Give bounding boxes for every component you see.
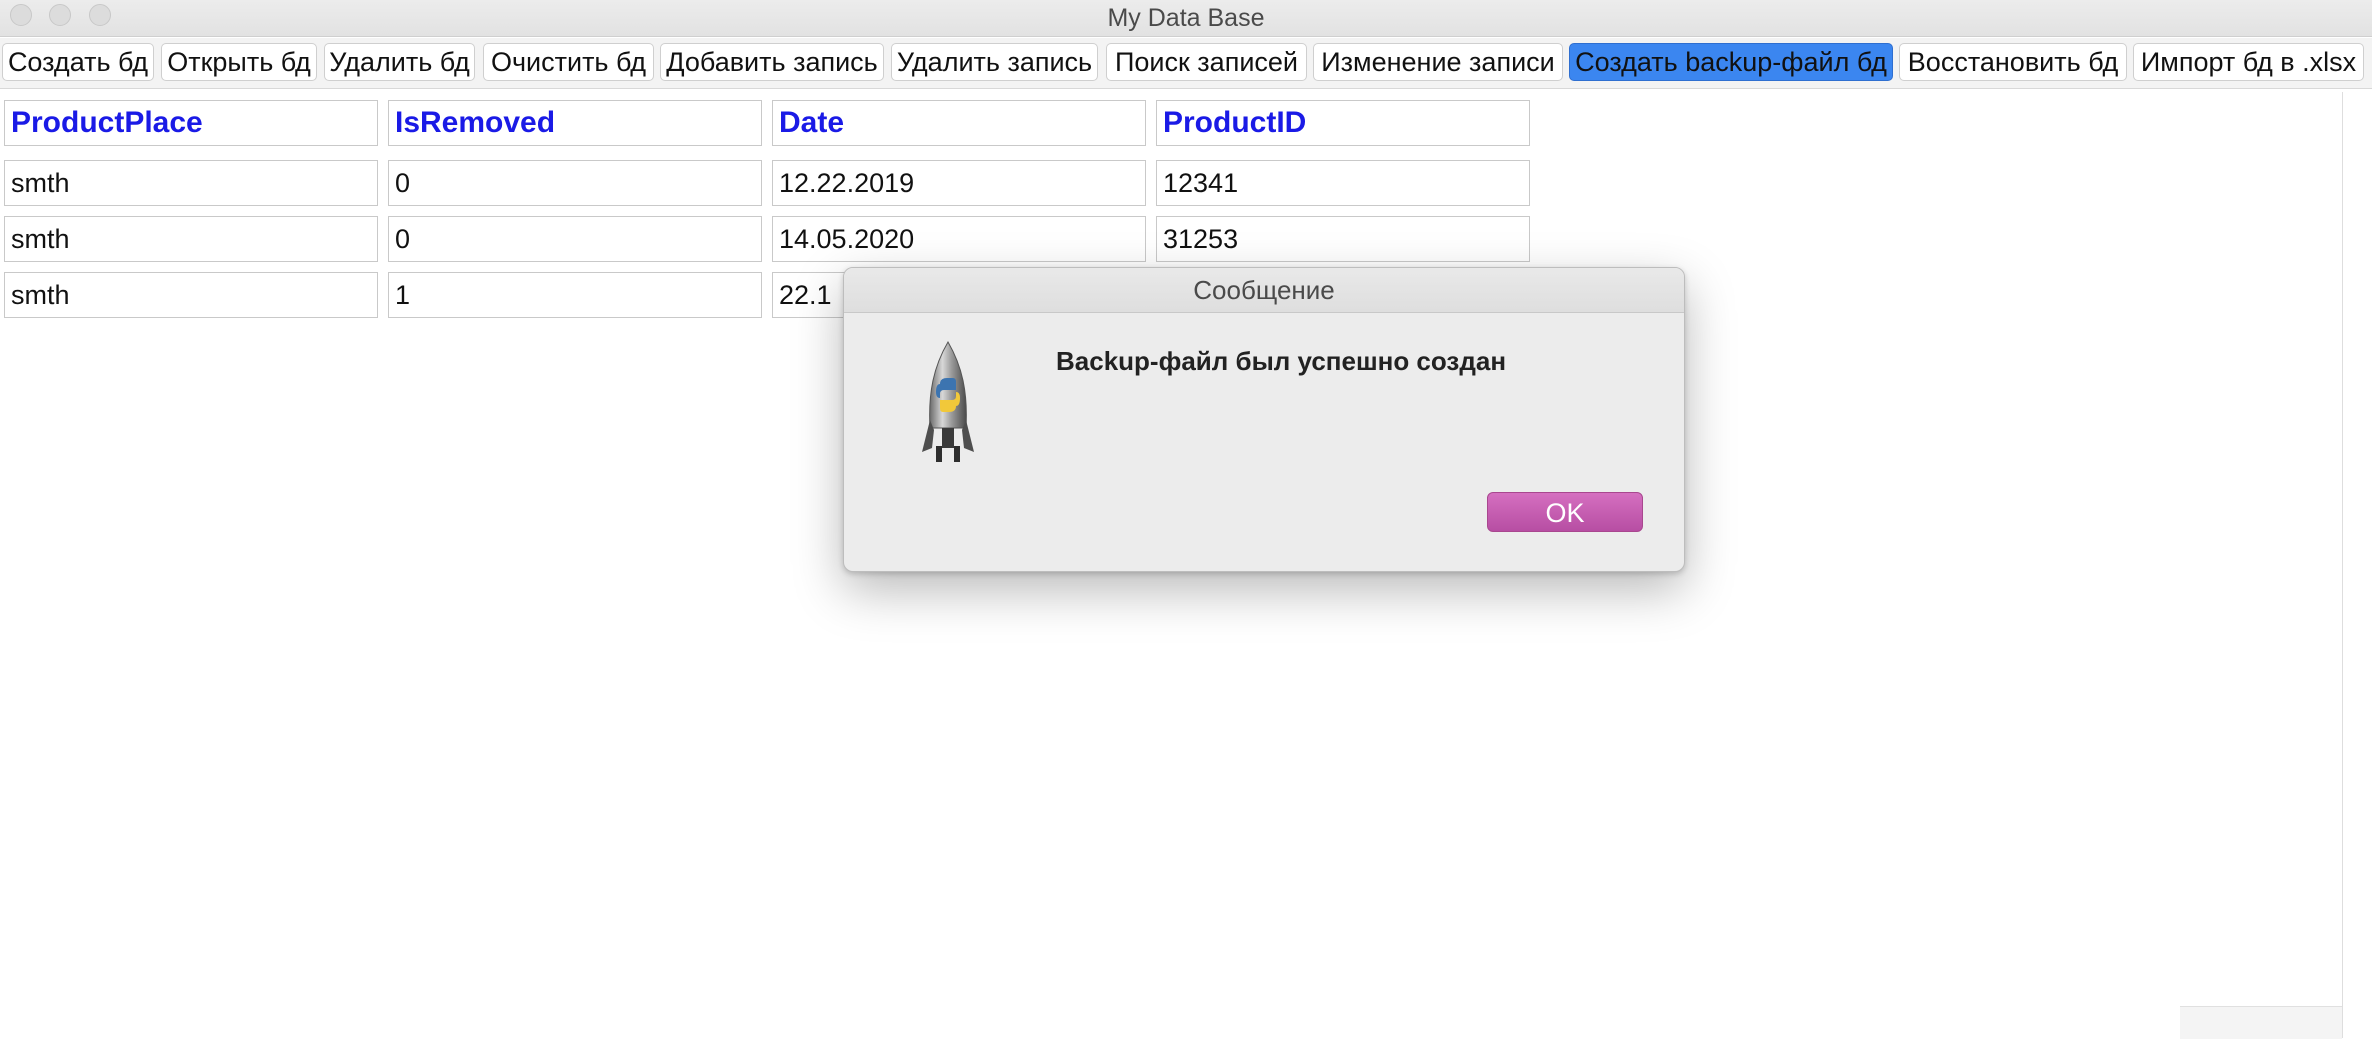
clear-db-button[interactable]: Очистить бд: [483, 43, 654, 81]
add-record-button[interactable]: Добавить запись: [660, 43, 884, 81]
dialog-title: Сообщение: [844, 268, 1684, 313]
vertical-scrollbar[interactable]: [2342, 92, 2343, 1038]
table-cell[interactable]: 14.05.2020: [772, 216, 1146, 262]
column-header-productid[interactable]: ProductID: [1156, 100, 1530, 146]
restore-db-button[interactable]: Восстановить бд: [1899, 43, 2127, 81]
table-cell[interactable]: smth: [4, 160, 378, 206]
table-cell[interactable]: 0: [388, 216, 762, 262]
python-launcher-rocket-icon: [922, 341, 974, 462]
title-bar: My Data Base: [0, 0, 2372, 37]
edit-record-button[interactable]: Изменение записи: [1313, 43, 1563, 81]
search-records-button[interactable]: Поиск записей: [1106, 43, 1307, 81]
table-cell[interactable]: 1: [388, 272, 762, 318]
table-cell[interactable]: 31253: [1156, 216, 1530, 262]
column-header-productplace[interactable]: ProductPlace: [4, 100, 378, 146]
delete-record-button[interactable]: Удалить запись: [891, 43, 1098, 81]
horizontal-scrollbar[interactable]: [2180, 1006, 2342, 1039]
window-title: My Data Base: [1107, 4, 1265, 32]
table-cell[interactable]: 0: [388, 160, 762, 206]
message-dialog: Сообщение Backup-файл был успешно создан…: [843, 267, 1685, 572]
create-backup-button[interactable]: Создать backup-файл бд: [1569, 43, 1893, 81]
table-cell[interactable]: smth: [4, 216, 378, 262]
import-xlsx-button[interactable]: Импорт бд в .xlsx: [2133, 43, 2364, 81]
ok-button[interactable]: OK: [1487, 492, 1643, 532]
create-db-button[interactable]: Создать бд: [2, 43, 154, 81]
dialog-message: Backup-файл был успешно создан: [1056, 346, 1507, 376]
table-cell[interactable]: 12.22.2019: [772, 160, 1146, 206]
column-header-date[interactable]: Date: [772, 100, 1146, 146]
open-db-button[interactable]: Открыть бд: [161, 43, 317, 81]
table-cell[interactable]: 12341: [1156, 160, 1530, 206]
toolbar: Создать бд Открыть бд Удалить бд Очистит…: [0, 38, 2372, 89]
delete-db-button[interactable]: Удалить бд: [324, 43, 475, 81]
column-header-isremoved[interactable]: IsRemoved: [388, 100, 762, 146]
table-cell[interactable]: smth: [4, 272, 378, 318]
